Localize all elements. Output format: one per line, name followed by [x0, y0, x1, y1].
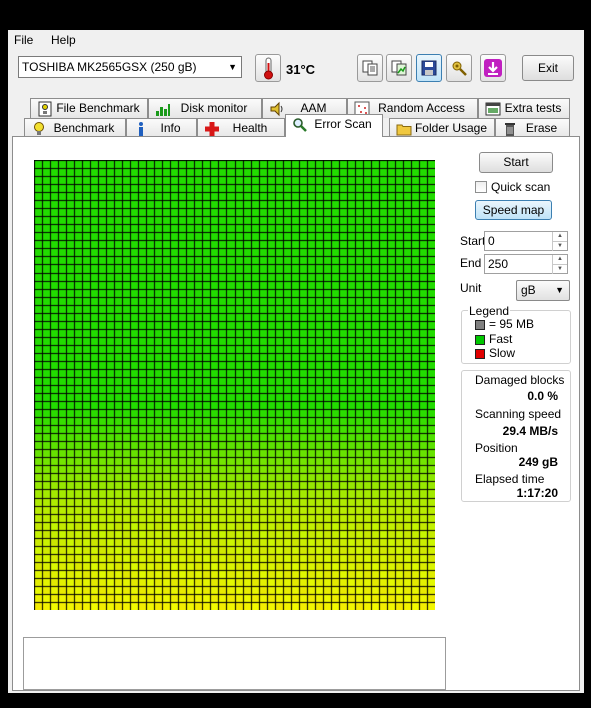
end-label: End	[460, 256, 482, 270]
start-scan-button[interactable]: Start	[479, 152, 553, 173]
copy-image-icon	[391, 60, 407, 76]
spin-up-icon[interactable]: ▲	[552, 255, 567, 264]
legend-fast: Fast	[475, 332, 512, 346]
speed-map-canvas	[34, 160, 435, 610]
block-swatch	[475, 319, 485, 330]
legend-fast-text: Fast	[489, 332, 513, 346]
drive-select-value: TOSHIBA MK2565GSX (250 gB)	[22, 60, 197, 74]
options-button[interactable]	[446, 54, 472, 82]
tab-folder-usage[interactable]: Folder Usage	[389, 118, 495, 138]
slow-swatch	[475, 348, 485, 359]
save-button[interactable]	[416, 54, 442, 82]
legend-title: Legend	[468, 304, 511, 318]
copy-image-button[interactable]	[386, 54, 412, 82]
chevron-down-icon: ▼	[555, 285, 564, 295]
app-window: File Help TOSHIBA MK2565GSX (250 gB) ▼ 3…	[8, 30, 584, 693]
position-label: Position	[475, 441, 518, 455]
unit-value: gB	[521, 283, 536, 297]
legend-block-size: = 95 MB	[475, 317, 534, 331]
fast-swatch	[475, 334, 485, 345]
unit-label: Unit	[460, 281, 482, 295]
copy-text-button[interactable]	[357, 54, 383, 82]
scan-log-box[interactable]	[23, 637, 446, 690]
unit-select[interactable]: gB ▼	[516, 280, 570, 301]
chevron-down-icon: ▼	[228, 62, 237, 72]
elapsed-time-label: Elapsed time	[475, 472, 545, 486]
start-value: 0	[488, 234, 495, 248]
end-field[interactable]: 250 ▲ ▼	[484, 254, 568, 274]
damaged-blocks-value: 0.0 %	[527, 389, 558, 403]
position-value: 249 gB	[518, 455, 558, 469]
tab-disk-monitor[interactable]: Disk monitor	[148, 98, 262, 118]
temperature-readout: 31°C	[286, 62, 316, 77]
tab-label: Disk monitor	[180, 101, 248, 115]
scanning-speed-value: 29.4 MB/s	[502, 424, 558, 438]
tab-extra-tests[interactable]: Extra tests	[478, 98, 570, 118]
tab-label: Extra tests	[504, 101, 562, 115]
tab-info[interactable]: Info	[126, 118, 197, 138]
legend-slow-text: Slow	[489, 346, 516, 360]
quick-scan-label: Quick scan	[491, 180, 551, 194]
spin-down-icon[interactable]: ▼	[552, 241, 567, 251]
menu-help[interactable]: Help	[51, 33, 76, 47]
thermometer-icon	[264, 57, 273, 80]
start-label: Start	[460, 234, 486, 248]
tools-icon	[452, 61, 467, 76]
exit-button[interactable]: Exit	[522, 55, 574, 81]
tab-file-benchmark[interactable]: File Benchmark	[30, 98, 148, 118]
floppy-disk-icon	[421, 60, 437, 76]
tab-error-scan[interactable]: Error Scan	[285, 114, 383, 137]
speed-map-grid	[34, 160, 435, 610]
legend-slow: Slow	[475, 346, 515, 360]
temperature-button[interactable]	[255, 54, 281, 82]
download-arrow-icon	[484, 59, 502, 77]
legend-block-text: = 95 MB	[489, 317, 535, 331]
scanning-speed-label: Scanning speed	[475, 407, 562, 421]
tab-label: Error Scan	[314, 117, 372, 131]
tab-health[interactable]: Health	[197, 118, 285, 138]
end-value: 250	[488, 257, 509, 271]
tab-benchmark[interactable]: Benchmark	[24, 118, 126, 138]
menu-file[interactable]: File	[14, 33, 33, 47]
tab-label: File Benchmark	[56, 101, 140, 115]
download-button[interactable]	[480, 54, 506, 82]
elapsed-time-value: 1:17:20	[516, 486, 558, 500]
speed-map-button[interactable]: Speed map	[475, 200, 552, 220]
menu-bar: File Help	[8, 30, 584, 50]
damaged-blocks-label: Damaged blocks	[475, 373, 565, 387]
quick-scan-checkbox[interactable]	[475, 181, 487, 193]
tab-erase[interactable]: Erase	[495, 118, 570, 138]
start-field[interactable]: 0 ▲ ▼	[484, 231, 568, 251]
copy-icon	[362, 60, 378, 76]
spin-up-icon[interactable]: ▲	[552, 232, 567, 241]
drive-select[interactable]: TOSHIBA MK2565GSX (250 gB) ▼	[18, 56, 242, 78]
spin-down-icon[interactable]: ▼	[552, 264, 567, 274]
